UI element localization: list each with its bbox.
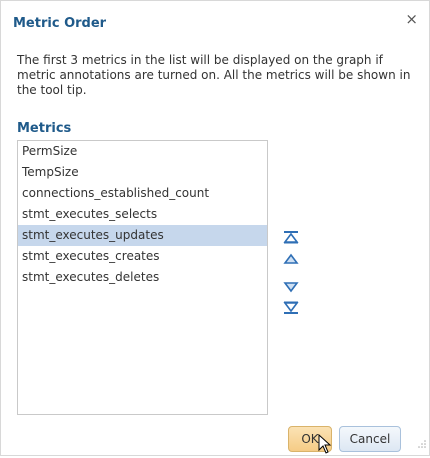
cancel-button[interactable]: Cancel <box>339 426 401 452</box>
metric-item-tempsize[interactable]: TempSize <box>18 162 267 183</box>
metric-item-connections-established-count[interactable]: connections_established_count <box>18 183 267 204</box>
ok-button[interactable]: OK <box>288 426 332 452</box>
metrics-label: Metrics <box>17 121 72 136</box>
resize-grip-icon[interactable] <box>417 434 427 453</box>
metric-item-stmt-executes-deletes[interactable]: stmt_executes_deletes <box>18 267 267 288</box>
metric-item-stmt-executes-updates[interactable]: stmt_executes_updates <box>18 225 267 246</box>
move-up-icon[interactable] <box>283 252 299 266</box>
metric-order-dialog: Metric Order × The first 3 metrics in th… <box>0 0 430 456</box>
close-icon[interactable]: × <box>405 12 418 27</box>
dialog-description: The first 3 metrics in the list will be … <box>17 53 411 97</box>
move-down-icon[interactable] <box>283 280 299 294</box>
metric-item-stmt-executes-selects[interactable]: stmt_executes_selects <box>18 204 267 225</box>
dialog-title: Metric Order <box>13 16 107 31</box>
move-to-bottom-icon[interactable] <box>283 301 299 315</box>
move-to-top-icon[interactable] <box>283 230 299 244</box>
metric-item-permsize[interactable]: PermSize <box>18 141 267 162</box>
metrics-list[interactable]: PermSize TempSize connections_establishe… <box>17 140 268 415</box>
metric-item-stmt-executes-creates[interactable]: stmt_executes_creates <box>18 246 267 267</box>
